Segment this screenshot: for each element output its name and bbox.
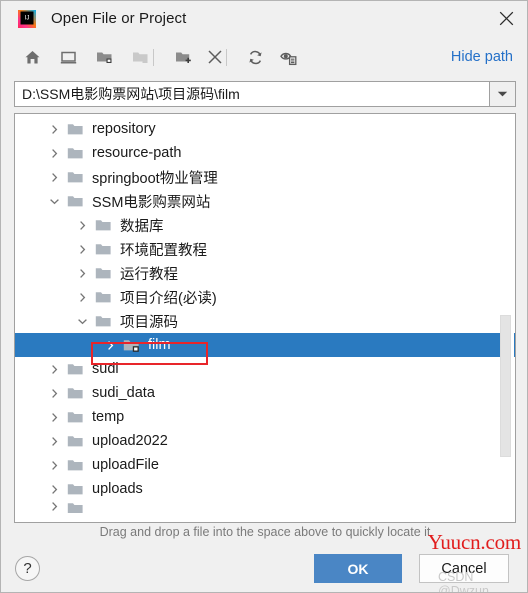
- tree-row-label: sudi: [92, 361, 119, 377]
- tree-row-label: springboot物业管理: [92, 170, 218, 187]
- intellij-idea-logo-icon: IJ: [17, 9, 37, 29]
- folder-icon: [65, 501, 85, 513]
- tree-row-label: SSM电影购票网站: [92, 194, 211, 211]
- close-icon[interactable]: [483, 1, 527, 35]
- tree-row[interactable]: 项目介绍(必读): [15, 285, 515, 309]
- tree-row[interactable]: repository: [15, 117, 515, 141]
- tree-row[interactable]: 项目源码: [15, 309, 515, 333]
- tree-row[interactable]: [15, 501, 515, 513]
- chevron-down-icon[interactable]: [47, 196, 62, 207]
- tree-row[interactable]: upload2022: [15, 429, 515, 453]
- title-bar: IJ Open File or Project: [1, 1, 527, 36]
- chevron-right-icon[interactable]: [75, 292, 90, 303]
- open-file-or-project-dialog: IJ Open File or Project Hide path D:\SSM…: [0, 0, 528, 593]
- tree-row-label: 数据库: [120, 218, 164, 235]
- tree-row[interactable]: sudi: [15, 357, 515, 381]
- tree-row-label: resource-path: [92, 145, 182, 161]
- drag-drop-hint: Drag and drop a file into the space abov…: [99, 525, 431, 539]
- tree-row[interactable]: resource-path: [15, 141, 515, 165]
- folder-icon: [65, 458, 85, 473]
- module-folder-icon: [121, 338, 141, 353]
- chevron-right-icon[interactable]: [47, 364, 62, 375]
- tree-row-label: uploadFile: [92, 457, 159, 473]
- tree-row-label: temp: [92, 409, 125, 425]
- folder-icon: [65, 386, 85, 401]
- tree-row-label: sudi_data: [92, 385, 155, 401]
- tree-row-label: 项目介绍(必读): [120, 290, 217, 307]
- module-folder-icon: [129, 46, 151, 68]
- tree-row[interactable]: uploads: [15, 477, 515, 501]
- ok-button[interactable]: OK: [314, 554, 402, 583]
- chevron-right-icon[interactable]: [47, 436, 62, 447]
- toolbar-separator: [153, 49, 154, 66]
- dialog-title: Open File or Project: [51, 10, 187, 27]
- tree-row[interactable]: film: [15, 333, 515, 357]
- tree-row[interactable]: 运行教程: [15, 261, 515, 285]
- tree-row-label: uploads: [92, 481, 143, 497]
- tree-row[interactable]: 数据库: [15, 213, 515, 237]
- svg-text:IJ: IJ: [25, 15, 30, 21]
- home-icon[interactable]: [21, 46, 43, 68]
- tree-row-label: repository: [92, 121, 156, 137]
- chevron-right-icon[interactable]: [47, 460, 62, 471]
- tree-row[interactable]: sudi_data: [15, 381, 515, 405]
- folder-icon: [65, 482, 85, 497]
- chevron-right-icon[interactable]: [47, 412, 62, 423]
- chevron-right-icon[interactable]: [75, 244, 90, 255]
- help-button[interactable]: ?: [15, 556, 40, 581]
- new-folder-icon[interactable]: [172, 46, 194, 68]
- tree-row[interactable]: SSM电影购票网站: [15, 189, 515, 213]
- toolbar-separator: [226, 49, 227, 66]
- toolbar: Hide path: [1, 39, 527, 75]
- folder-icon: [65, 122, 85, 137]
- chevron-right-icon[interactable]: [47, 172, 62, 183]
- folder-icon: [65, 170, 85, 185]
- file-tree-panel[interactable]: repository resource-path springboot物业管理 SSM…: [14, 113, 516, 523]
- tree-row-label: 环境配置教程: [120, 242, 207, 259]
- folder-icon: [65, 362, 85, 377]
- folder-icon: [93, 242, 113, 257]
- folder-icon: [93, 290, 113, 305]
- chevron-right-icon[interactable]: [103, 340, 118, 351]
- chevron-right-icon[interactable]: [47, 124, 62, 135]
- chevron-right-icon[interactable]: [47, 484, 62, 495]
- folder-icon: [65, 410, 85, 425]
- folder-icon: [93, 314, 113, 329]
- tree-row[interactable]: 环境配置教程: [15, 237, 515, 261]
- tree-row[interactable]: temp: [15, 405, 515, 429]
- tree-scrollbar-thumb[interactable]: [500, 315, 511, 457]
- folder-icon: [65, 434, 85, 449]
- tree-scrollbar-track[interactable]: [500, 115, 514, 521]
- file-tree-list: repository resource-path springboot物业管理 SSM…: [15, 117, 515, 513]
- path-input[interactable]: [14, 81, 489, 107]
- desktop-icon[interactable]: [57, 46, 79, 68]
- tree-row[interactable]: uploadFile: [15, 453, 515, 477]
- tree-row[interactable]: springboot物业管理: [15, 165, 515, 189]
- folder-icon: [65, 194, 85, 209]
- refresh-icon[interactable]: [244, 46, 266, 68]
- show-hidden-files-icon[interactable]: [278, 46, 300, 68]
- cancel-button[interactable]: Cancel: [419, 554, 509, 583]
- tree-row-label: upload2022: [92, 433, 168, 449]
- chevron-right-icon[interactable]: [47, 148, 62, 159]
- tree-row-label: 运行教程: [120, 266, 178, 283]
- folder-icon: [93, 266, 113, 281]
- tree-row-label: film: [148, 337, 171, 353]
- chevron-down-icon[interactable]: [489, 81, 516, 107]
- folder-icon: [65, 146, 85, 161]
- delete-icon[interactable]: [204, 46, 226, 68]
- chevron-right-icon[interactable]: [75, 268, 90, 279]
- chevron-down-icon[interactable]: [75, 316, 90, 327]
- project-folder-icon[interactable]: [93, 46, 115, 68]
- chevron-right-icon[interactable]: [75, 220, 90, 231]
- chevron-right-icon[interactable]: [47, 388, 62, 399]
- tree-row-label: 项目源码: [120, 314, 178, 331]
- folder-icon: [93, 218, 113, 233]
- path-field-row: [14, 81, 516, 107]
- hide-path-link[interactable]: Hide path: [451, 49, 513, 65]
- chevron-right-icon[interactable]: [47, 501, 62, 512]
